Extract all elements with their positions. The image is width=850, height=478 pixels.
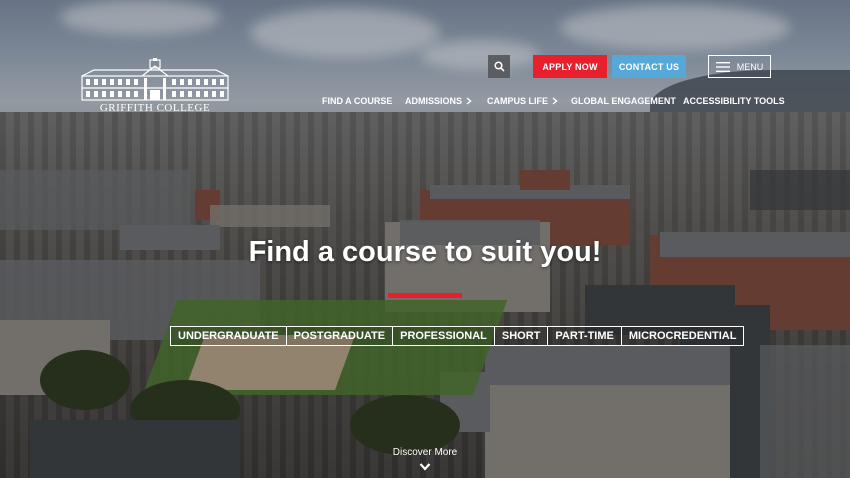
search-icon (493, 61, 505, 72)
course-link-postgraduate[interactable]: POSTGRADUATE (286, 327, 394, 345)
nav-accessibility-tools[interactable]: ACCESSIBILITY TOOLS (683, 96, 785, 106)
nav-label: ACCESSIBILITY TOOLS (683, 96, 785, 106)
menu-button[interactable]: MENU (708, 55, 771, 78)
college-building-icon (81, 58, 229, 101)
nav-label: FIND A COURSE (322, 96, 393, 106)
nav-admissions[interactable]: ADMISSIONS (405, 96, 472, 106)
course-link-microcredential[interactable]: MICROCREDENTIAL (621, 327, 744, 345)
course-type-links: UNDERGRADUATE POSTGRADUATE PROFESSIONAL … (170, 326, 745, 346)
chevron-down-icon[interactable] (419, 462, 431, 472)
contact-us-button[interactable]: CONTACT US (612, 55, 686, 78)
chevron-right-icon (466, 97, 472, 105)
nav-campus-life[interactable]: CAMPUS LIFE (487, 96, 558, 106)
nav-label: GLOBAL ENGAGEMENT (571, 96, 676, 106)
hamburger-icon (715, 61, 730, 72)
logo-text: GRIFFITH COLLEGE (99, 102, 211, 114)
menu-label: MENU (736, 61, 764, 72)
course-link-undergraduate[interactable]: UNDERGRADUATE (171, 327, 287, 345)
nav-label: CAMPUS LIFE (487, 96, 549, 106)
nav-find-a-course[interactable]: FIND A COURSE (322, 96, 392, 106)
griffith-college-logo[interactable]: GRIFFITH COLLEGE (80, 58, 230, 116)
search-button[interactable] (488, 55, 510, 78)
discover-more-link[interactable]: Discover More (0, 447, 850, 458)
apply-now-button[interactable]: APPLY NOW (533, 55, 607, 78)
nav-label: ADMISSIONS (405, 96, 463, 106)
hero-divider (388, 293, 462, 298)
hero-title: Find a course to suit you! (248, 236, 602, 268)
course-link-part-time[interactable]: PART-TIME (548, 327, 622, 345)
course-link-short[interactable]: SHORT (494, 327, 549, 345)
course-link-professional[interactable]: PROFESSIONAL (393, 327, 495, 345)
chevron-right-icon (552, 97, 558, 105)
nav-global-engagement[interactable]: GLOBAL ENGAGEMENT (571, 96, 676, 106)
